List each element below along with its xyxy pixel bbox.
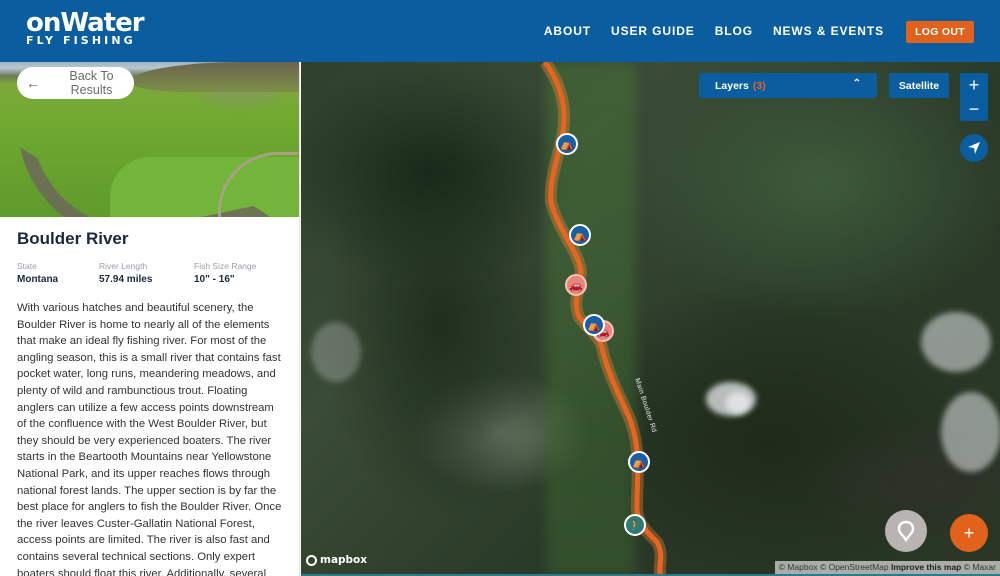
campground-marker[interactable]: ⛺ [569, 224, 591, 246]
campground-marker[interactable]: ⛺ [628, 451, 650, 473]
locate-me-button[interactable] [960, 134, 988, 162]
campground-marker[interactable]: ⛺ [583, 314, 605, 336]
mapbox-logo[interactable]: mapbox [306, 554, 367, 566]
top-header: onWater FLY FISHING ABOUT USER GUIDE BLO… [0, 0, 1000, 62]
tent-icon: ⛺ [560, 138, 574, 151]
basemap-toggle-button[interactable]: Satellite [889, 73, 949, 98]
parking-marker[interactable]: 🚗 [565, 274, 587, 296]
add-button[interactable]: + [950, 514, 988, 552]
stat-label: Fish Size Range [194, 261, 257, 271]
mapbox-logo-icon [306, 554, 317, 566]
river-stats: State Montana River Length 57.94 miles F… [17, 261, 282, 285]
nav-about[interactable]: ABOUT [544, 24, 591, 38]
stat-label: River Length [99, 261, 148, 271]
river-info: Boulder River State Montana River Length… [0, 217, 299, 576]
logo-subtitle: FLY FISHING [26, 34, 136, 47]
main-nav: ABOUT USER GUIDE BLOG NEWS & EVENTS [524, 24, 884, 38]
stat-fish-size: Fish Size Range 10" - 16" [194, 261, 256, 285]
zoom-out-button[interactable]: − [960, 97, 988, 121]
stat-value: Montana [17, 274, 59, 285]
layers-label: Layers [715, 79, 749, 92]
logo-wordmark: onWater [26, 8, 145, 38]
mapbox-wordmark: mapbox [320, 554, 368, 566]
attrib-mapbox[interactable]: © Mapbox [779, 562, 818, 572]
map-attribution: © Mapbox © OpenStreetMap Improve this ma… [774, 561, 1000, 574]
map-pin-icon [897, 520, 915, 542]
campground-marker[interactable]: ⛺ [556, 133, 578, 155]
stat-label: State [17, 261, 37, 271]
attrib-maxar[interactable]: © Maxar [964, 562, 996, 572]
tent-icon: ⛺ [632, 456, 646, 469]
stat-value: 10" - 16" [194, 274, 235, 285]
tent-icon: ⛺ [587, 319, 601, 332]
stat-state: State Montana [17, 261, 99, 285]
navigation-arrow-icon [968, 142, 980, 154]
car-icon: 🚗 [569, 279, 583, 292]
add-pin-button[interactable] [885, 510, 927, 552]
attrib-osm[interactable]: © OpenStreetMap [820, 562, 889, 572]
back-to-results-button[interactable]: ← Back To Results [17, 67, 134, 99]
river-route[interactable] [301, 62, 1000, 576]
river-title: Boulder River [17, 229, 129, 248]
map-view[interactable]: Main Boulder Rd ⛺ ⛺ 🚗 🚗 ⛺ ⛺ 🚶 Layers (3)… [301, 62, 1000, 576]
arrow-left-icon: ← [26, 75, 40, 91]
stat-river-length: River Length 57.94 miles [99, 261, 194, 285]
river-hero-image: ← Back To Results [0, 62, 299, 217]
layers-count: (3) [752, 79, 766, 92]
river-detail-panel: ← Back To Results Boulder River State Mo… [0, 62, 300, 576]
trailhead-marker[interactable]: 🚶 [624, 514, 646, 536]
logout-button[interactable]: LOG OUT [906, 21, 974, 43]
chevron-up-icon: ⌃ [852, 78, 861, 89]
nav-user-guide[interactable]: USER GUIDE [611, 24, 695, 38]
onwater-logo[interactable]: onWater FLY FISHING [26, 8, 145, 47]
stat-value: 57.94 miles [99, 274, 153, 285]
zoom-in-button[interactable]: + [960, 73, 988, 97]
hiker-icon: 🚶 [628, 519, 642, 532]
back-label: Back To Results [69, 69, 114, 97]
nav-blog[interactable]: BLOG [715, 24, 753, 38]
attrib-improve[interactable]: Improve this map [891, 562, 961, 572]
river-description: With various hatches and beautiful scene… [17, 302, 282, 576]
tent-icon: ⛺ [573, 229, 587, 242]
layers-dropdown[interactable]: Layers (3) ⌃ [699, 73, 877, 98]
nav-news-events[interactable]: NEWS & EVENTS [773, 24, 884, 38]
hero-hills [130, 62, 299, 92]
